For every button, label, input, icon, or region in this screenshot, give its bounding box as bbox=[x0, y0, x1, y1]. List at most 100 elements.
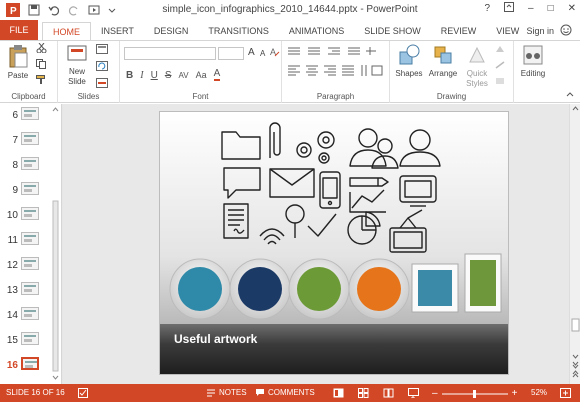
change-case-button[interactable]: Aa bbox=[196, 70, 207, 80]
zoom-level[interactable]: 52% bbox=[531, 388, 547, 397]
checkmark-icon bbox=[307, 213, 337, 237]
slide-thumbnail-number: 12 bbox=[6, 260, 18, 271]
paperclip-icon bbox=[269, 122, 281, 158]
shape-fill-icon[interactable] bbox=[494, 45, 508, 56]
help-button[interactable]: ? bbox=[484, 3, 490, 14]
normal-view-icon[interactable] bbox=[333, 388, 344, 398]
ribbon: Paste Clipboard New Slide Slides A A A B bbox=[0, 40, 580, 103]
person-icon bbox=[409, 129, 431, 151]
layout-icon[interactable] bbox=[96, 44, 110, 56]
drawing-group: Shapes Arrange Quick Styles Drawing bbox=[390, 41, 514, 103]
slide-caption-bar: Useful artwork bbox=[160, 324, 508, 374]
reset-icon[interactable] bbox=[96, 61, 110, 73]
slide-thumbnail-number: 8 bbox=[12, 160, 18, 171]
section-icon[interactable] bbox=[96, 78, 110, 90]
status-bar: SLIDE 16 OF 16 NOTES COMMENTS – + 52% bbox=[0, 384, 580, 402]
tab-animations[interactable]: ANIMATIONS bbox=[279, 22, 354, 40]
ribbon-display-icon[interactable] bbox=[504, 2, 514, 15]
tab-file[interactable]: FILE bbox=[0, 20, 38, 40]
shapes-button[interactable]: Shapes bbox=[392, 44, 426, 79]
arrange-button[interactable]: Arrange bbox=[426, 44, 460, 79]
navy-circle-icon bbox=[229, 258, 291, 320]
spell-check-icon[interactable] bbox=[78, 388, 88, 398]
tab-slide-show[interactable]: SLIDE SHOW bbox=[354, 22, 431, 40]
new-slide-button[interactable]: New Slide bbox=[62, 44, 92, 87]
slide-thumbnail-image bbox=[21, 107, 39, 120]
zoom-out-icon[interactable]: – bbox=[432, 388, 438, 399]
strikethrough-button[interactable]: S bbox=[165, 70, 172, 81]
slide-thumbnail-number: 13 bbox=[6, 285, 18, 296]
paste-button[interactable]: Paste bbox=[4, 44, 32, 81]
slides-group: New Slide Slides bbox=[58, 41, 120, 103]
editing-button[interactable]: Editing bbox=[516, 44, 550, 79]
slide-show-icon[interactable] bbox=[408, 388, 419, 398]
font-color-button[interactable]: A bbox=[213, 69, 221, 81]
vertical-scrollbar[interactable] bbox=[569, 104, 580, 384]
slide-thumbnail-number: 6 bbox=[12, 110, 18, 121]
shape-effects-icon[interactable] bbox=[494, 77, 508, 88]
shape-outline-icon[interactable] bbox=[494, 61, 508, 72]
shrink-font-button[interactable]: A bbox=[260, 49, 265, 58]
slide-thumbnail-pane: 6 7 8 9 10 11 12 13 14 15 16 bbox=[0, 104, 62, 384]
italic-button[interactable]: I bbox=[140, 70, 143, 81]
slide-thumbnail-number: 14 bbox=[6, 310, 18, 321]
shapes-icon bbox=[399, 44, 420, 65]
slide[interactable]: Useful artwork bbox=[160, 112, 508, 374]
editing-group: Editing bbox=[514, 41, 554, 103]
paragraph-group: Paragraph bbox=[282, 41, 390, 103]
close-button[interactable]: ✕ bbox=[568, 3, 576, 14]
clear-formatting-icon[interactable]: A bbox=[270, 46, 280, 60]
reading-view-icon[interactable] bbox=[383, 388, 394, 398]
comments-button[interactable]: COMMENTS bbox=[255, 388, 315, 397]
document-icon bbox=[223, 203, 249, 239]
tab-transitions[interactable]: TRANSITIONS bbox=[198, 22, 279, 40]
tab-home[interactable]: HOME bbox=[42, 22, 91, 40]
thumbnail-scrollbar[interactable] bbox=[52, 106, 59, 381]
gear-icon bbox=[296, 142, 312, 158]
slide-thumbnail-image bbox=[21, 132, 39, 145]
notes-button[interactable]: NOTES bbox=[206, 388, 247, 397]
minimize-button[interactable]: – bbox=[528, 3, 534, 14]
zoom-slider[interactable]: – + bbox=[432, 388, 517, 399]
font-name-field[interactable] bbox=[124, 47, 216, 60]
slide-caption: Useful artwork bbox=[174, 332, 258, 346]
tab-review[interactable]: REVIEW bbox=[431, 22, 487, 40]
quick-styles-button[interactable]: Quick Styles bbox=[460, 44, 494, 89]
format-painter-icon[interactable] bbox=[36, 75, 47, 87]
green-circle-icon bbox=[288, 258, 350, 320]
grow-font-button[interactable]: A bbox=[248, 47, 255, 58]
magnifier-icon bbox=[285, 204, 305, 224]
paragraph-tools-icon[interactable] bbox=[286, 45, 390, 89]
sign-in-link[interactable]: Sign in bbox=[526, 26, 554, 36]
slide-thumbnail-number: 7 bbox=[12, 135, 18, 146]
collapse-ribbon-icon[interactable] bbox=[566, 89, 574, 99]
slide-thumbnail-image bbox=[21, 157, 39, 170]
folder-icon bbox=[221, 131, 261, 160]
slide-thumbnail-number: 9 bbox=[12, 185, 18, 196]
zoom-in-icon[interactable]: + bbox=[512, 388, 518, 399]
chat-bubble-icon bbox=[223, 167, 261, 199]
bold-button[interactable]: B bbox=[126, 70, 133, 81]
slide-thumbnail-image bbox=[21, 307, 39, 320]
paste-icon bbox=[9, 45, 28, 68]
copy-icon[interactable] bbox=[36, 59, 47, 71]
slide-sorter-icon[interactable] bbox=[358, 388, 369, 398]
slide-thumbnail-image bbox=[21, 232, 39, 245]
tab-design[interactable]: DESIGN bbox=[144, 22, 199, 40]
font-size-field[interactable] bbox=[218, 47, 244, 60]
paragraph-label: Paragraph bbox=[316, 92, 355, 101]
slide-thumbnail-image bbox=[21, 207, 39, 220]
teal-circle-icon bbox=[169, 258, 231, 320]
smiley-icon[interactable] bbox=[560, 24, 572, 38]
fit-slide-icon[interactable] bbox=[560, 388, 571, 398]
cut-icon[interactable] bbox=[36, 42, 47, 55]
slide-thumbnail-number: 11 bbox=[7, 235, 18, 246]
underline-button[interactable]: U bbox=[151, 70, 158, 81]
character-spacing-button[interactable]: AV bbox=[178, 71, 188, 80]
restore-button[interactable]: □ bbox=[548, 3, 554, 14]
pencil-icon bbox=[349, 177, 389, 187]
font-label: Font bbox=[192, 92, 209, 101]
tab-view[interactable]: VIEW bbox=[486, 22, 529, 40]
green-rectangle-icon bbox=[464, 253, 502, 313]
tab-insert[interactable]: INSERT bbox=[91, 22, 144, 40]
